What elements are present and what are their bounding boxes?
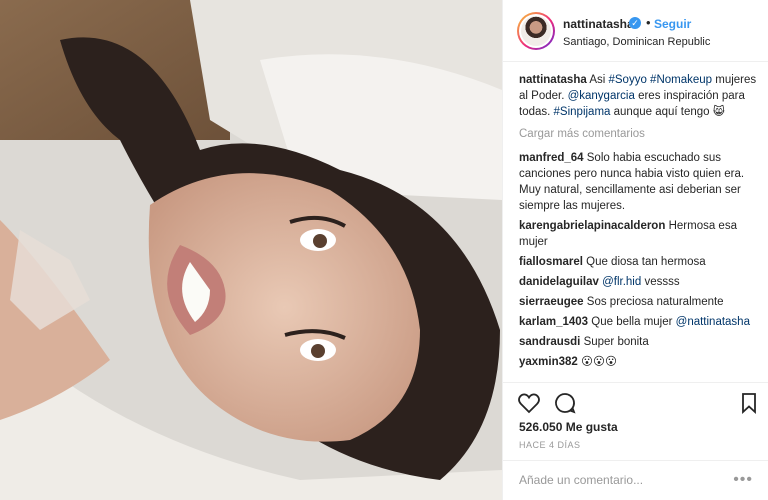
mention-link[interactable]: @kanygarcia bbox=[568, 90, 635, 102]
comment-text: Que diosa tan hermosa bbox=[586, 256, 706, 268]
add-comment-bar: Añade un comentario... ••• bbox=[503, 460, 768, 500]
hashtag-link[interactable]: #Soyyo bbox=[608, 74, 646, 86]
comment-item: fiallosmarel Que diosa tan hermosa bbox=[519, 254, 761, 270]
comment-icon[interactable] bbox=[553, 391, 577, 415]
comment-username[interactable]: danidelaguilav bbox=[519, 276, 599, 288]
post-side-panel: nattinatasha ✓ • Seguir Santiago, Domini… bbox=[502, 0, 768, 500]
verified-badge-icon: ✓ bbox=[629, 17, 641, 29]
comment-item: sierraeugee Sos preciosa naturalmente bbox=[519, 294, 761, 310]
location-link[interactable]: Santiago, Dominican Republic bbox=[563, 36, 710, 48]
comment-item: sandrausdi Super bonita bbox=[519, 334, 761, 350]
follow-button[interactable]: Seguir bbox=[654, 17, 691, 31]
load-more-comments-button[interactable]: Cargar más comentarios bbox=[519, 126, 761, 142]
comment-username[interactable]: fiallosmarel bbox=[519, 256, 583, 268]
hashtag-link[interactable]: #Nomakeup bbox=[650, 74, 712, 86]
comment-username[interactable]: manfred_64 bbox=[519, 152, 584, 164]
comment-username[interactable]: sandrausdi bbox=[519, 336, 580, 348]
comment-username[interactable]: sierraeugee bbox=[519, 296, 584, 308]
comment-text: Sos preciosa naturalmente bbox=[586, 296, 724, 308]
selfie-image bbox=[0, 0, 502, 500]
post-timestamp[interactable]: HACE 4 DÍAS bbox=[519, 440, 581, 450]
comment-text: Super bonita bbox=[583, 336, 649, 348]
more-options-icon[interactable]: ••• bbox=[733, 471, 753, 489]
comment-text: 😮😮😮 bbox=[581, 356, 617, 368]
post-photo[interactable] bbox=[0, 0, 502, 500]
comment-item: manfred_64 Solo habia escuchado sus canc… bbox=[519, 150, 761, 214]
instagram-post-view: nattinatasha ✓ • Seguir Santiago, Domini… bbox=[0, 0, 768, 500]
caption-username[interactable]: nattinatasha bbox=[519, 74, 587, 86]
caption-text: Asi bbox=[589, 74, 609, 86]
add-comment-input[interactable]: Añade un comentario... bbox=[519, 473, 643, 487]
hashtag-link[interactable]: #Sinpijama bbox=[554, 106, 611, 118]
comment-text: vessss bbox=[641, 276, 680, 288]
caption-text: aunque aquí tengo 😸 bbox=[610, 106, 725, 118]
username-link[interactable]: nattinatasha bbox=[563, 17, 634, 31]
avatar[interactable] bbox=[517, 12, 555, 50]
separator-dot: • bbox=[646, 15, 651, 30]
post-header: nattinatasha ✓ • Seguir Santiago, Domini… bbox=[503, 0, 768, 62]
comment-username[interactable]: yaxmin382 bbox=[519, 356, 578, 368]
comment-item: yaxmin382 😮😮😮 bbox=[519, 354, 761, 370]
comment-username[interactable]: karengabrielapinacalderon bbox=[519, 220, 665, 232]
mention-link[interactable]: @nattinatasha bbox=[676, 316, 750, 328]
likes-count[interactable]: 526.050 Me gusta bbox=[519, 420, 618, 434]
bookmark-icon[interactable] bbox=[737, 391, 761, 415]
comments-list[interactable]: nattinatasha Asi #Soyyo #Nomakeup mujere… bbox=[519, 72, 761, 382]
comment-item: karlam_1403 Que bella mujer @nattinatash… bbox=[519, 314, 761, 330]
comment-username[interactable]: karlam_1403 bbox=[519, 316, 588, 328]
caption: nattinatasha Asi #Soyyo #Nomakeup mujere… bbox=[519, 72, 761, 120]
comment-item: danidelaguilav @flr.hid vessss bbox=[519, 274, 761, 290]
comment-item: karengabrielapinacalderon Hermosa esa mu… bbox=[519, 218, 761, 250]
mention-link[interactable]: @flr.hid bbox=[602, 276, 641, 288]
heart-icon[interactable] bbox=[517, 391, 541, 415]
post-actions-bar bbox=[503, 382, 768, 422]
comment-text: Que bella mujer bbox=[591, 316, 676, 328]
